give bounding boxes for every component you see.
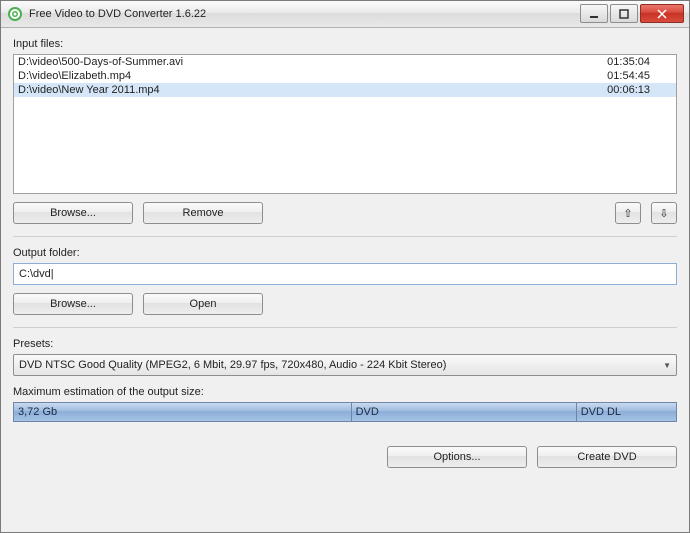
input-files-label: Input files: <box>13 38 677 50</box>
file-row[interactable]: D:\video\Elizabeth.mp4 01:54:45 <box>14 69 676 83</box>
window-title: Free Video to DVD Converter 1.6.22 <box>29 8 206 20</box>
file-duration: 00:06:13 <box>607 84 672 96</box>
maximize-button[interactable] <box>610 4 638 23</box>
minimize-button[interactable] <box>580 4 608 23</box>
close-icon <box>657 9 667 19</box>
open-button[interactable]: Open <box>143 293 263 315</box>
file-row[interactable]: D:\video\New Year 2011.mp4 00:06:13 <box>14 83 676 97</box>
app-icon <box>7 6 23 22</box>
estimation-dvd-segment: DVD <box>352 403 577 421</box>
preset-selected-value: DVD NTSC Good Quality (MPEG2, 6 Mbit, 29… <box>19 359 446 371</box>
output-buttons-row: Browse... Open <box>13 293 677 315</box>
window-body: Input files: D:\video\500-Days-of-Summer… <box>1 28 689 478</box>
chevron-down-icon: ▼ <box>663 361 671 370</box>
estimation-label: Maximum estimation of the output size: <box>13 386 677 398</box>
spacer <box>273 202 605 224</box>
estimation-size: 3,72 Gb <box>18 406 57 418</box>
file-duration: 01:54:45 <box>607 70 672 82</box>
move-down-button[interactable]: ⇩ <box>651 202 677 224</box>
arrow-down-icon: ⇩ <box>659 208 668 220</box>
footer-buttons: Options... Create DVD <box>13 446 677 468</box>
move-up-button[interactable]: ⇧ <box>615 202 641 224</box>
file-path: D:\video\500-Days-of-Summer.avi <box>18 56 607 68</box>
estimation-dvd: DVD <box>356 406 379 418</box>
file-path: D:\video\Elizabeth.mp4 <box>18 70 607 82</box>
options-button[interactable]: Options... <box>387 446 527 468</box>
presets-label: Presets: <box>13 338 677 350</box>
window-controls <box>580 4 689 24</box>
maximize-icon <box>619 9 629 19</box>
estimation-bar: 3,72 Gb DVD DVD DL <box>13 402 677 422</box>
file-row[interactable]: D:\video\500-Days-of-Summer.avi 01:35:04 <box>14 55 676 69</box>
preset-dropdown[interactable]: DVD NTSC Good Quality (MPEG2, 6 Mbit, 29… <box>13 354 677 376</box>
app-window: Free Video to DVD Converter 1.6.22 Input… <box>0 0 690 533</box>
arrow-up-icon: ⇧ <box>623 208 632 220</box>
file-path: D:\video\New Year 2011.mp4 <box>18 84 607 96</box>
file-duration: 01:35:04 <box>607 56 672 68</box>
estimation-size-segment: 3,72 Gb <box>14 403 352 421</box>
divider <box>13 327 677 328</box>
minimize-icon <box>589 10 599 18</box>
estimation-dvddl: DVD DL <box>581 406 621 418</box>
input-buttons-row: Browse... Remove ⇧ ⇩ <box>13 202 677 224</box>
divider <box>13 236 677 237</box>
input-files-list[interactable]: D:\video\500-Days-of-Summer.avi 01:35:04… <box>13 54 677 194</box>
titlebar: Free Video to DVD Converter 1.6.22 <box>1 1 689 28</box>
output-folder-label: Output folder: <box>13 247 677 259</box>
browse-output-button[interactable]: Browse... <box>13 293 133 315</box>
close-button[interactable] <box>640 4 684 23</box>
output-folder-input[interactable] <box>13 263 677 285</box>
browse-input-button[interactable]: Browse... <box>13 202 133 224</box>
estimation-dvddl-segment: DVD DL <box>577 403 676 421</box>
create-dvd-button[interactable]: Create DVD <box>537 446 677 468</box>
remove-button[interactable]: Remove <box>143 202 263 224</box>
